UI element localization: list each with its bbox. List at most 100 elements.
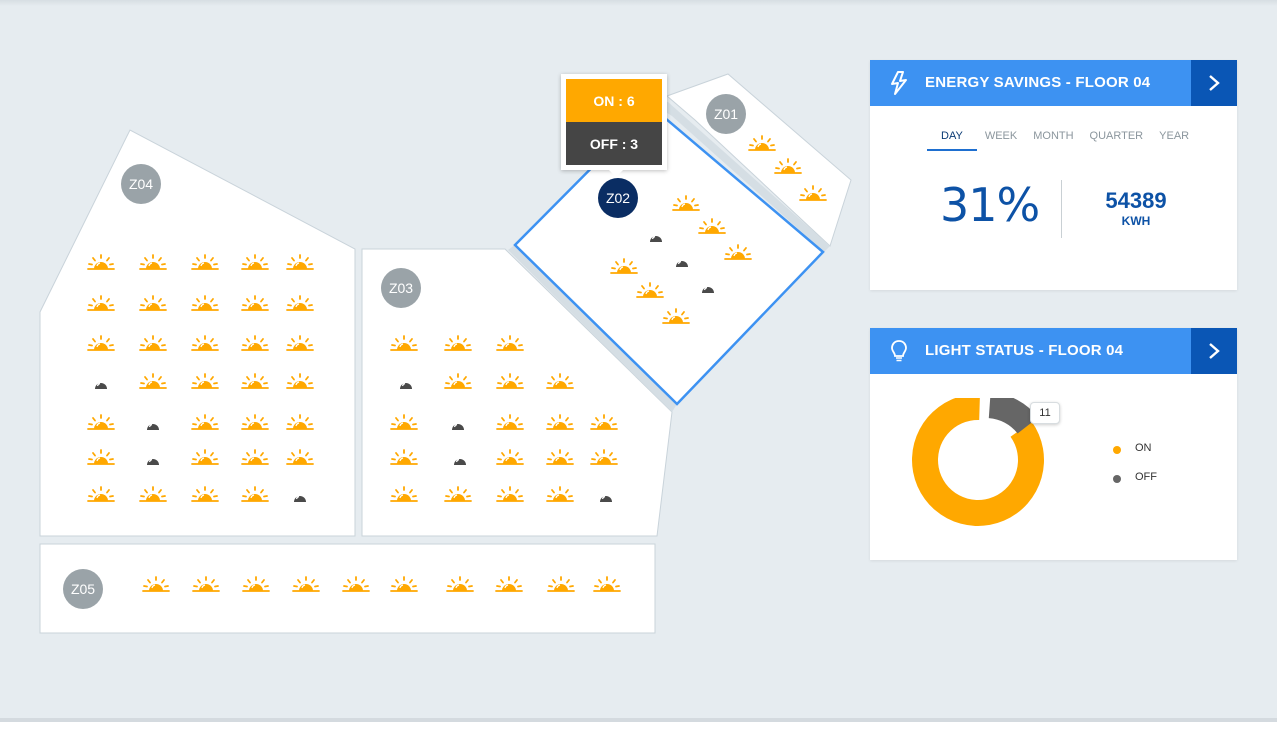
light-on-icon[interactable]: [444, 335, 472, 355]
light-on-icon[interactable]: [87, 486, 115, 506]
light-on-icon[interactable]: [390, 414, 418, 434]
light-on-icon[interactable]: [444, 486, 472, 506]
light-on-icon[interactable]: [192, 576, 220, 596]
light-on-icon[interactable]: [342, 576, 370, 596]
light-on-icon[interactable]: [390, 486, 418, 506]
light-on-icon[interactable]: [495, 576, 523, 596]
light-card-open-button[interactable]: [1191, 328, 1237, 374]
energy-card-header: ENERGY SAVINGS - FLOOR 04: [870, 60, 1237, 106]
kwh-unit: KWH: [1121, 214, 1151, 228]
light-on-icon[interactable]: [191, 335, 219, 355]
light-on-icon[interactable]: [286, 295, 314, 315]
light-on-icon[interactable]: [496, 414, 524, 434]
light-on-icon[interactable]: [496, 373, 524, 393]
light-off-icon[interactable]: [694, 277, 722, 297]
light-on-icon[interactable]: [241, 373, 269, 393]
light-on-icon[interactable]: [191, 414, 219, 434]
light-on-icon[interactable]: [546, 449, 574, 469]
light-off-icon[interactable]: [668, 251, 696, 271]
light-off-icon[interactable]: [286, 486, 314, 506]
chevron-right-icon: [1209, 75, 1220, 91]
tab-month[interactable]: MONTH: [1025, 130, 1081, 151]
light-on-icon[interactable]: [748, 135, 776, 155]
light-on-icon[interactable]: [292, 576, 320, 596]
light-off-icon[interactable]: [592, 486, 620, 506]
light-on-icon[interactable]: [593, 576, 621, 596]
light-on-icon[interactable]: [590, 414, 618, 434]
savings-percent: 31%: [940, 178, 1040, 232]
off-count-badge: 11: [1030, 402, 1060, 424]
zone-z04-area[interactable]: [39, 129, 356, 537]
light-on-icon[interactable]: [139, 295, 167, 315]
light-on-icon[interactable]: [446, 576, 474, 596]
light-on-icon[interactable]: [286, 254, 314, 274]
light-on-icon[interactable]: [547, 576, 575, 596]
light-on-icon[interactable]: [390, 449, 418, 469]
light-on-icon[interactable]: [390, 576, 418, 596]
light-on-icon[interactable]: [286, 373, 314, 393]
light-on-icon[interactable]: [241, 295, 269, 315]
tab-year[interactable]: YEAR: [1151, 130, 1197, 151]
energy-card-open-button[interactable]: [1191, 60, 1237, 106]
light-on-icon[interactable]: [546, 414, 574, 434]
light-on-icon[interactable]: [546, 373, 574, 393]
light-on-icon[interactable]: [241, 486, 269, 506]
zone-label-z03[interactable]: Z03: [381, 268, 421, 308]
light-on-icon[interactable]: [139, 486, 167, 506]
light-on-icon[interactable]: [636, 282, 664, 302]
light-on-icon[interactable]: [191, 295, 219, 315]
light-on-icon[interactable]: [87, 295, 115, 315]
light-on-icon[interactable]: [242, 576, 270, 596]
light-on-icon[interactable]: [286, 449, 314, 469]
zone-label-z04[interactable]: Z04: [121, 164, 161, 204]
light-on-icon[interactable]: [241, 414, 269, 434]
light-on-icon[interactable]: [87, 449, 115, 469]
light-on-icon[interactable]: [139, 335, 167, 355]
zone-label-z05[interactable]: Z05: [63, 569, 103, 609]
light-off-icon[interactable]: [139, 414, 167, 434]
light-on-icon[interactable]: [496, 335, 524, 355]
light-on-icon[interactable]: [698, 218, 726, 238]
light-on-icon[interactable]: [191, 254, 219, 274]
light-on-icon[interactable]: [87, 254, 115, 274]
light-on-icon[interactable]: [610, 258, 638, 278]
light-on-icon[interactable]: [139, 373, 167, 393]
legend-on-dot: [1113, 446, 1121, 454]
light-on-icon[interactable]: [191, 486, 219, 506]
light-on-icon[interactable]: [390, 335, 418, 355]
light-on-icon[interactable]: [286, 335, 314, 355]
light-off-icon[interactable]: [642, 226, 670, 246]
light-off-icon[interactable]: [139, 449, 167, 469]
light-on-icon[interactable]: [139, 254, 167, 274]
tab-week[interactable]: WEEK: [977, 130, 1025, 151]
light-off-icon[interactable]: [446, 449, 474, 469]
light-on-icon[interactable]: [241, 449, 269, 469]
light-on-icon[interactable]: [142, 576, 170, 596]
light-off-icon[interactable]: [392, 373, 420, 393]
zone-label-z02[interactable]: Z02: [598, 178, 638, 218]
zone-label-z01[interactable]: Z01: [706, 94, 746, 134]
light-on-icon[interactable]: [286, 414, 314, 434]
lightbulb-icon: [891, 340, 907, 362]
light-on-icon[interactable]: [191, 449, 219, 469]
light-on-icon[interactable]: [724, 244, 752, 264]
light-on-icon[interactable]: [799, 185, 827, 205]
light-on-icon[interactable]: [496, 486, 524, 506]
light-on-icon[interactable]: [444, 373, 472, 393]
light-on-icon[interactable]: [672, 195, 700, 215]
light-on-icon[interactable]: [241, 335, 269, 355]
light-on-icon[interactable]: [241, 254, 269, 274]
light-on-icon[interactable]: [87, 335, 115, 355]
light-on-icon[interactable]: [191, 373, 219, 393]
light-on-icon[interactable]: [546, 486, 574, 506]
light-off-icon[interactable]: [87, 373, 115, 393]
light-off-icon[interactable]: [444, 414, 472, 434]
light-on-icon[interactable]: [774, 158, 802, 178]
light-on-icon[interactable]: [662, 308, 690, 328]
light-on-icon[interactable]: [87, 414, 115, 434]
tab-quarter[interactable]: QUARTER: [1082, 130, 1152, 151]
tab-day[interactable]: DAY: [927, 130, 977, 151]
light-on-icon[interactable]: [496, 449, 524, 469]
light-on-icon[interactable]: [590, 449, 618, 469]
tooltip-off-count: OFF : 3: [566, 122, 662, 165]
